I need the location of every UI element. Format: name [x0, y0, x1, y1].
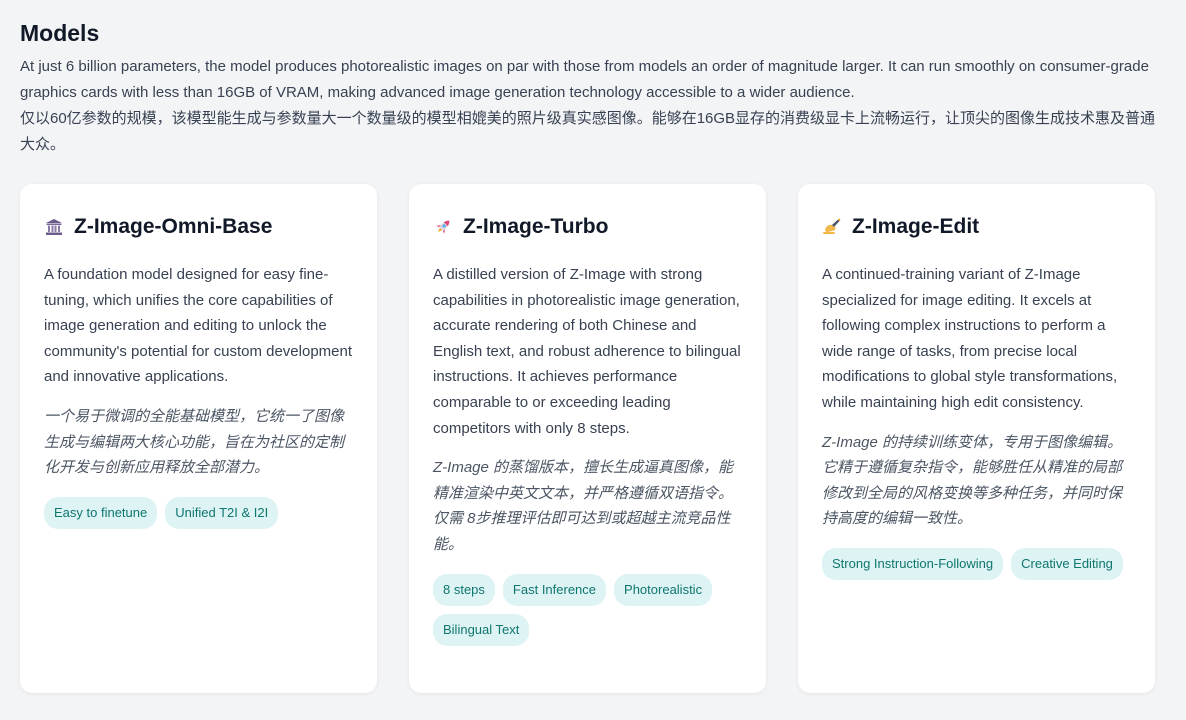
card-description-english: A continued-training variant of Z-Image … — [822, 266, 1118, 411]
card-title: Z-Image-Edit — [852, 215, 980, 238]
writing-hand-icon — [822, 217, 842, 237]
tag: Easy to finetune — [44, 496, 158, 529]
page-title: Models — [20, 20, 100, 46]
card-header: Z-Image-Edit — [822, 210, 1131, 244]
tag: Unified T2I & I2I — [165, 496, 279, 529]
card-header: Z-Image-Turbo — [433, 210, 742, 244]
tag-list: 8 steps Fast Inference Photorealistic Bi… — [433, 573, 742, 646]
card-description-english: A foundation model designed for easy fin… — [44, 266, 353, 386]
tag: Bilingual Text — [433, 613, 530, 646]
intro-english: At just 6 billion parameters, the model … — [20, 58, 1149, 101]
card-header: Z-Image-Omni-Base — [44, 210, 353, 244]
tag: Creative Editing — [1011, 547, 1123, 580]
tag: Photorealistic — [614, 573, 713, 606]
card-description-english: A distilled version of Z-Image with stro… — [433, 266, 741, 437]
tag: 8 steps — [433, 573, 495, 606]
model-cards: Z-Image-Omni-Base A foundation model des… — [20, 184, 1158, 693]
tag-list: Easy to finetune Unified T2I & I2I — [44, 496, 353, 529]
intro-chinese: 仅以60亿参数的规模，该模型能生成与参数量大一个数量级的模型相媲美的照片级真实感… — [20, 110, 1156, 153]
bank-building-icon — [44, 217, 64, 237]
model-card-omni-base: Z-Image-Omni-Base A foundation model des… — [20, 184, 377, 693]
card-description-chinese: Z-Image 的持续训练变体，专用于图像编辑。它精于遵循复杂指令，能够胜任从精… — [822, 433, 1123, 528]
model-card-edit: Z-Image-Edit A continued-training varian… — [798, 184, 1155, 693]
tag: Fast Inference — [502, 573, 607, 606]
models-section: Models At just 6 billion parameters, the… — [20, 18, 1170, 693]
tag-list: Strong Instruction-Following Creative Ed… — [822, 547, 1131, 580]
rocket-icon — [433, 217, 453, 237]
model-card-turbo: Z-Image-Turbo A distilled version of Z-I… — [409, 184, 766, 693]
card-title: Z-Image-Omni-Base — [74, 215, 273, 238]
intro: At just 6 billion parameters, the model … — [20, 54, 1170, 158]
card-description-chinese: 一个易于微调的全能基础模型，它统一了图像生成与编辑两大核心功能，旨在为社区的定制… — [44, 407, 345, 477]
card-title: Z-Image-Turbo — [463, 215, 609, 238]
card-description-chinese: Z-Image 的蒸馏版本，擅长生成逼真图像，能精准渲染中英文文本，并严格遵循双… — [433, 459, 734, 553]
tag: Strong Instruction-Following — [822, 547, 1004, 580]
